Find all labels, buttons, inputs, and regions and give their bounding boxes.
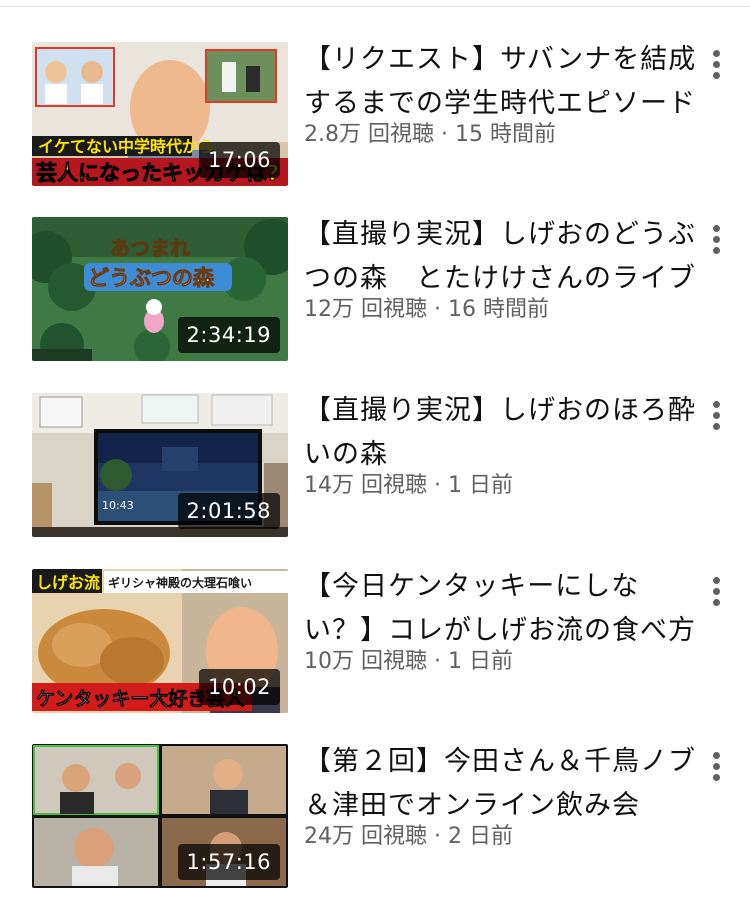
video-thumbnail[interactable]: しげお流 ギリシャ神殿の大理石喰い ケンタッキー大好き芸人 10:02: [32, 569, 288, 713]
video-duration: 10:02: [198, 669, 280, 705]
video-item[interactable]: 1:57:16 【第２回】今田さん＆千鳥ノブ＆津田でオンライン飲み会 24万 回…: [32, 744, 750, 890]
view-count: 10万 回視聴: [304, 649, 427, 674]
video-thumbnail[interactable]: あつまれ どうぶつの森 2:34:19: [32, 217, 288, 361]
view-count: 12万 回視聴: [304, 297, 427, 322]
video-item[interactable]: あつまれ どうぶつの森 2:34:19 【直撮り実況】しげおのどうぶつの森 とた…: [32, 217, 750, 363]
video-duration: 17:06: [198, 142, 280, 178]
meta-separator: ·: [433, 122, 455, 147]
view-count: 24万 回視聴: [304, 824, 427, 849]
more-options-icon[interactable]: [702, 219, 730, 259]
more-options-icon[interactable]: [702, 44, 730, 84]
upload-age: 1 日前: [447, 473, 513, 498]
video-title[interactable]: 【リクエスト】サバンナを結成するまでの学生時代エピソード: [304, 38, 699, 126]
thumbnail-caption-bottom: どうぶつの森: [88, 266, 215, 290]
view-count: 14万 回視聴: [304, 473, 427, 498]
video-title[interactable]: 【直撮り実況】しげおのほろ酔いの森: [304, 389, 699, 477]
thumbnail-caption-top: あつまれ: [110, 236, 190, 260]
video-item[interactable]: しげお流 ギリシャ神殿の大理石喰い ケンタッキー大好き芸人 10:02 【今日ケ…: [32, 569, 750, 715]
video-thumbnail[interactable]: イケてない中学時代から 芸人になったキッカケは? 17:06: [32, 42, 288, 186]
thumbnail-caption-top: ギリシャ神殿の大理石喰い: [108, 575, 252, 590]
video-meta: 24万 回視聴 · 2 日前: [304, 822, 699, 852]
video-meta: 12万 回視聴 · 16 時間前: [304, 295, 699, 325]
thumbnail-caption-tag: しげお流: [36, 573, 100, 592]
upload-age: 2 日前: [447, 824, 513, 849]
meta-separator: ·: [427, 473, 448, 498]
video-thumbnail[interactable]: 10:43 2:01:58: [32, 393, 288, 537]
upload-age: 15 時間前: [454, 122, 556, 147]
video-duration: 1:57:16: [177, 844, 280, 880]
video-item[interactable]: イケてない中学時代から 芸人になったキッカケは? 17:06 【リクエスト】サバ…: [32, 42, 750, 188]
video-title[interactable]: 【第２回】今田さん＆千鳥ノブ＆津田でオンライン飲み会: [304, 740, 699, 828]
video-title[interactable]: 【直撮り実況】しげおのどうぶつの森 とたけけさんのライブ: [304, 213, 699, 301]
thumbnail-caption-top: イケてない中学時代から: [38, 137, 214, 156]
more-options-icon[interactable]: [702, 746, 730, 786]
video-thumbnail[interactable]: 1:57:16: [32, 744, 288, 888]
view-count: 2.8万 回視聴: [304, 122, 434, 147]
video-meta: 2.8万 回視聴 · 15 時間前: [304, 120, 699, 150]
thumbnail-clock: 10:43: [102, 499, 134, 512]
upload-age: 16 時間前: [447, 297, 549, 322]
upload-age: 1 日前: [447, 649, 513, 674]
meta-separator: ·: [427, 824, 448, 849]
video-duration: 2:34:19: [177, 317, 280, 353]
meta-separator: ·: [427, 297, 448, 322]
video-duration: 2:01:58: [177, 493, 280, 529]
video-item[interactable]: 10:43 2:01:58 【直撮り実況】しげおのほろ酔いの森 14万 回視聴 …: [32, 393, 750, 539]
video-title[interactable]: 【今日ケンタッキーにしない？】コレがしげお流の食べ方: [304, 565, 699, 653]
video-meta: 14万 回視聴 · 1 日前: [304, 471, 699, 501]
more-options-icon[interactable]: [702, 571, 730, 611]
video-list: イケてない中学時代から 芸人になったキッカケは? 17:06 【リクエスト】サバ…: [0, 0, 750, 901]
video-meta: 10万 回視聴 · 1 日前: [304, 647, 699, 677]
meta-separator: ·: [427, 649, 448, 674]
more-options-icon[interactable]: [702, 395, 730, 435]
